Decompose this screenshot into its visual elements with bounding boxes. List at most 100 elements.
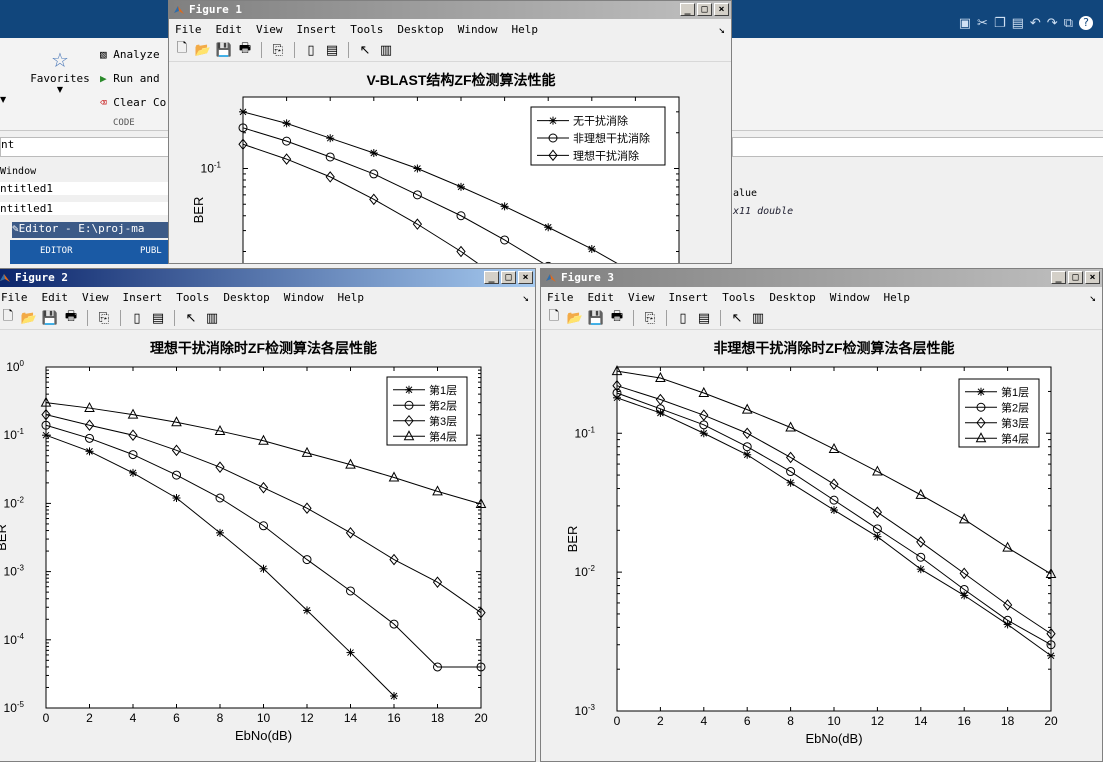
figure-window-2[interactable]: Figure 2 _ □ × File Edit View Insert Tools Deskto…	[0, 268, 536, 762]
figure-window-3[interactable]: Figure 3 _ □ × File Edit View Insert Tools Deskto…	[540, 268, 1103, 762]
dock-arrow-icon[interactable]: ↘	[1089, 289, 1096, 307]
figure-titlebar[interactable]: Figure 2 _ □ ×	[0, 269, 535, 287]
dock-arrow-icon[interactable]: ↘	[718, 21, 725, 39]
menu-edit[interactable]: Edit	[588, 289, 615, 307]
print-figure-icon[interactable]: 🖶	[608, 309, 626, 327]
minimize-button[interactable]: _	[1051, 271, 1066, 284]
maximize-button[interactable]: □	[1068, 271, 1083, 284]
maximize-button[interactable]: □	[501, 271, 516, 284]
edit-plot-icon[interactable]: ↖	[182, 309, 200, 327]
new-figure-icon[interactable]: 🗋	[0, 309, 17, 327]
data-point-marker	[613, 393, 621, 402]
open-file-icon[interactable]: 📂	[566, 309, 584, 327]
editor-titlebar[interactable]: ✎Editor - E:\proj-ma	[12, 222, 172, 238]
x-tick-label: 2	[86, 711, 93, 725]
menu-tools[interactable]: Tools	[722, 289, 755, 307]
dock-arrow-icon[interactable]: ↘	[522, 289, 529, 307]
search-documentation-field[interactable]	[732, 137, 1103, 157]
print-figure-icon[interactable]: 🖶	[62, 309, 80, 327]
save-figure-icon[interactable]: 💾	[587, 309, 605, 327]
menu-edit[interactable]: Edit	[216, 21, 243, 39]
menu-desktop[interactable]: Desktop	[769, 289, 815, 307]
open-file-icon[interactable]: 📂	[20, 309, 38, 327]
menu-tools[interactable]: Tools	[176, 289, 209, 307]
legend-icon[interactable]: ▤	[323, 41, 341, 59]
switch-windows-icon[interactable]: ⧉	[1064, 16, 1073, 31]
menu-desktop[interactable]: Desktop	[397, 21, 443, 39]
menu-window[interactable]: Window	[830, 289, 870, 307]
link-plot-icon[interactable]: ⎘	[95, 309, 113, 327]
menu-file[interactable]: File	[175, 21, 202, 39]
file-item[interactable]: ntitled1	[0, 182, 168, 195]
redo-icon[interactable]: ↷	[1047, 16, 1058, 31]
save-figure-icon[interactable]: 💾	[215, 41, 233, 59]
property-editor-icon[interactable]: ▥	[203, 309, 221, 327]
toolbar-separator	[666, 310, 667, 326]
close-button[interactable]: ×	[518, 271, 533, 284]
close-button[interactable]: ×	[714, 3, 729, 16]
colorbar-icon[interactable]: ▯	[674, 309, 692, 327]
editor-title: Editor - E:\proj-ma	[18, 222, 145, 235]
property-editor-icon[interactable]: ▥	[377, 41, 395, 59]
open-file-icon[interactable]: 📂	[194, 41, 212, 59]
legend-icon[interactable]: ▤	[149, 309, 167, 327]
edit-plot-icon[interactable]: ↖	[728, 309, 746, 327]
save-figure-icon[interactable]: 💾	[41, 309, 59, 327]
tab-editor[interactable]: EDITOR	[40, 246, 73, 256]
new-figure-icon[interactable]: 🗋	[545, 309, 563, 327]
figure-window-1[interactable]: Figure 1 _ □ × File Edit View Insert Tools Deskto…	[168, 0, 732, 264]
tab-publish[interactable]: PUBL	[140, 246, 162, 256]
favorites-button[interactable]: ☆ Favorites ▼	[30, 48, 90, 94]
menu-file[interactable]: File	[1, 289, 28, 307]
menu-insert[interactable]: Insert	[669, 289, 709, 307]
figure-titlebar[interactable]: Figure 3 _ □ ×	[541, 269, 1102, 287]
menu-view[interactable]: View	[82, 289, 109, 307]
menu-window[interactable]: Window	[284, 289, 324, 307]
edit-plot-icon[interactable]: ↖	[356, 41, 374, 59]
legend[interactable]: 第1层第2层第3层第4层	[958, 378, 1040, 448]
colorbar-icon[interactable]: ▯	[302, 41, 320, 59]
paste-icon[interactable]: ▤	[1012, 16, 1024, 31]
maximize-button[interactable]: □	[697, 3, 712, 16]
run-and-time-button[interactable]: ▶ Run and	[100, 72, 160, 85]
menu-tools[interactable]: Tools	[350, 21, 383, 39]
colorbar-icon[interactable]: ▯	[128, 309, 146, 327]
menu-edit[interactable]: Edit	[42, 289, 69, 307]
menu-help[interactable]: Help	[883, 289, 910, 307]
menu-file[interactable]: File	[547, 289, 574, 307]
legend[interactable]: 无干扰消除非理想干扰消除理想干扰消除	[530, 106, 666, 166]
close-button[interactable]: ×	[1085, 271, 1100, 284]
save-icon[interactable]: ▣	[959, 16, 971, 31]
matlab-logo-icon	[0, 272, 11, 284]
clear-commands-button[interactable]: ⌫ Clear Co	[100, 96, 166, 109]
undo-icon[interactable]: ↶	[1030, 16, 1041, 31]
legend-icon[interactable]: ▤	[695, 309, 713, 327]
minimize-button[interactable]: _	[680, 3, 695, 16]
toolbar-separator	[294, 42, 295, 58]
file-item[interactable]: ntitled1	[0, 202, 168, 215]
property-editor-icon[interactable]: ▥	[749, 309, 767, 327]
menu-view[interactable]: View	[256, 21, 283, 39]
copy-icon[interactable]: ❐	[994, 16, 1006, 31]
menu-insert[interactable]: Insert	[123, 289, 163, 307]
cut-icon[interactable]: ✂	[977, 16, 988, 31]
help-icon[interactable]: ?	[1079, 16, 1093, 30]
print-figure-icon[interactable]: 🖶	[236, 41, 254, 59]
menu-help[interactable]: Help	[337, 289, 364, 307]
menu-help[interactable]: Help	[511, 21, 538, 39]
menu-view[interactable]: View	[628, 289, 655, 307]
link-plot-icon[interactable]: ⎘	[641, 309, 659, 327]
link-plot-icon[interactable]: ⎘	[269, 41, 287, 59]
figure-titlebar[interactable]: Figure 1 _ □ ×	[169, 1, 731, 19]
menu-window[interactable]: Window	[458, 21, 498, 39]
current-folder-field[interactable]: nt	[0, 137, 170, 157]
menu-desktop[interactable]: Desktop	[223, 289, 269, 307]
legend[interactable]: 第1层第2层第3层第4层	[386, 376, 468, 446]
toolbar-separator	[348, 42, 349, 58]
analyze-code-button[interactable]: ▧ Analyze	[100, 48, 160, 61]
menu-insert[interactable]: Insert	[297, 21, 337, 39]
minimize-button[interactable]: _	[484, 271, 499, 284]
data-point-marker	[282, 119, 291, 128]
x-tick-label: 4	[130, 711, 137, 725]
new-figure-icon[interactable]: 🗋	[173, 41, 191, 59]
